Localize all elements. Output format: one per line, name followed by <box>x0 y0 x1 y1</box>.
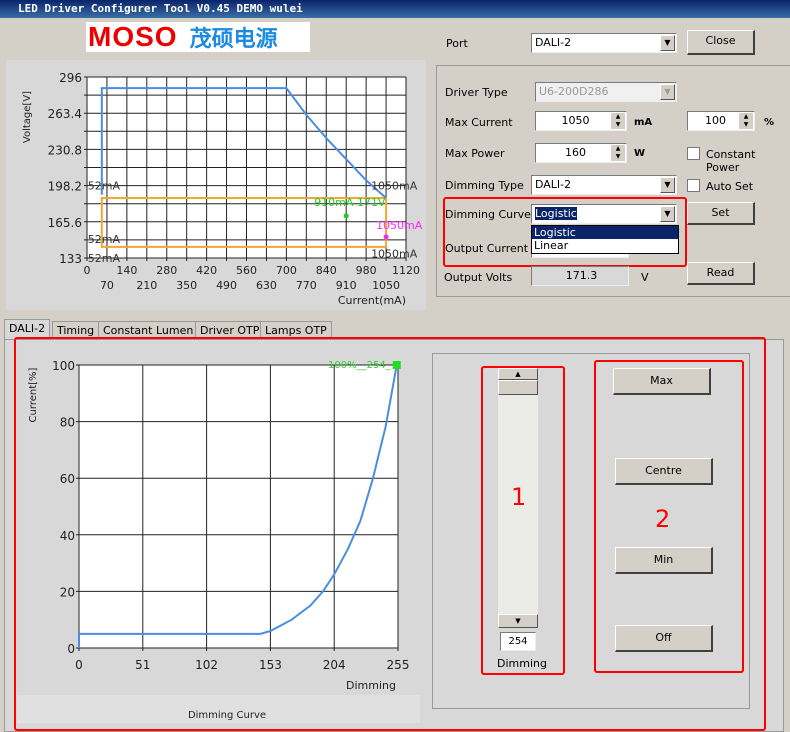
data-point-label: 1050mA 152V <box>376 219 426 232</box>
max-current-label: Max Current <box>445 116 513 129</box>
x-tick-label: 1050 <box>372 279 400 292</box>
data-point-label: 910mA 171V <box>314 196 386 209</box>
y-tick-label: 133 <box>59 252 82 266</box>
chevron-down-icon[interactable]: ▼ <box>660 177 675 193</box>
constant-power-checkbox[interactable] <box>687 147 700 160</box>
y-axis-label: Voltage[V] <box>22 91 33 143</box>
auto-set-label: Auto Set <box>706 180 754 193</box>
data-point <box>383 234 389 240</box>
max-power-unit: W <box>634 148 646 159</box>
x-tick-label: 560 <box>236 264 257 277</box>
x-tick-label: 140 <box>116 264 137 277</box>
max-current-value: 1050 <box>561 114 590 127</box>
x-tick-label: 770 <box>296 279 317 292</box>
output-volts-unit: V <box>641 271 649 284</box>
percent-input[interactable]: 100 ▲ ▼ <box>687 111 755 131</box>
max-power-input[interactable]: 160 ▲ ▼ <box>535 143 627 163</box>
spinner-icon[interactable]: ▲ ▼ <box>739 113 753 129</box>
spinner-icon[interactable]: ▲ ▼ <box>611 145 625 161</box>
window-label: 52mA <box>88 180 121 193</box>
constant-power-label: Constant Power <box>706 148 756 174</box>
y-tick-label: 296 <box>59 71 82 85</box>
y-tick-label: 198.2 <box>48 180 82 194</box>
close-button[interactable]: Close <box>687 30 755 55</box>
x-tick-label: 910 <box>336 279 357 292</box>
x-tick-label: 0 <box>84 264 91 277</box>
max-current-input[interactable]: 1050 ▲ ▼ <box>535 111 627 131</box>
title-bar: LED Driver Configurer Tool V0.45 DEMO wu… <box>0 0 790 18</box>
x-tick-label: 420 <box>196 264 217 277</box>
port-select[interactable]: DALI-2 ▼ <box>531 33 677 53</box>
percent-unit: % <box>764 117 775 128</box>
max-power-value: 160 <box>565 146 586 159</box>
max-current-unit: mA <box>634 117 653 128</box>
y-tick-label: 263.4 <box>48 107 82 121</box>
x-tick-label: 1120 <box>392 264 420 277</box>
data-point <box>343 213 349 219</box>
window-label: 52mA <box>88 252 121 265</box>
auto-set-checkbox[interactable] <box>687 179 700 192</box>
x-tick-label: 630 <box>256 279 277 292</box>
highlight-box <box>443 197 687 267</box>
x-tick-label: 980 <box>356 264 377 277</box>
voltage-current-chart: 296 263.4 230.8 198.2 165.6 1330 140 280 420 560 7… <box>6 60 426 310</box>
x-axis-label: Current(mA) <box>338 294 406 307</box>
read-button[interactable]: Read <box>687 262 755 285</box>
window-label: 52mA <box>88 233 121 246</box>
x-tick-label: 280 <box>156 264 177 277</box>
driver-type-value: U6-200D286 <box>539 85 609 98</box>
output-volts-field: 171.3 <box>531 266 629 286</box>
driver-type-select[interactable]: U6-200D286 ▼ <box>535 82 677 102</box>
y-tick-label: 230.8 <box>48 143 82 157</box>
driver-type-label: Driver Type <box>445 86 508 99</box>
x-tick-label: 840 <box>316 264 337 277</box>
window-label: 1050mA <box>371 248 418 261</box>
logo: MOSO 茂硕电源 <box>86 21 310 52</box>
window-label: 1050mA <box>371 180 418 193</box>
logo-en: MOSO <box>88 21 178 52</box>
chevron-down-icon[interactable]: ▼ <box>660 35 675 51</box>
dimming-type-value: DALI-2 <box>535 178 572 191</box>
port-value: DALI-2 <box>535 36 572 49</box>
max-power-label: Max Power <box>445 147 505 160</box>
x-tick-label: 70 <box>100 279 114 292</box>
x-tick-label: 700 <box>276 264 297 277</box>
x-tick-label: 490 <box>216 279 237 292</box>
output-volts-label: Output Volts <box>444 271 513 284</box>
set-button[interactable]: Set <box>687 202 755 225</box>
tab-highlight-box <box>14 337 766 731</box>
logo-cn: 茂硕电源 <box>189 27 278 52</box>
x-tick-label: 350 <box>176 279 197 292</box>
dimming-type-label: Dimming Type <box>445 179 524 192</box>
y-tick-label: 165.6 <box>48 216 82 230</box>
spinner-icon[interactable]: ▲ ▼ <box>611 113 625 129</box>
x-tick-label: 210 <box>136 279 157 292</box>
percent-value: 100 <box>705 114 726 127</box>
port-label: Port <box>446 37 468 50</box>
dimming-type-select[interactable]: DALI-2 ▼ <box>531 175 677 195</box>
chevron-down-icon: ▼ <box>660 84 675 100</box>
